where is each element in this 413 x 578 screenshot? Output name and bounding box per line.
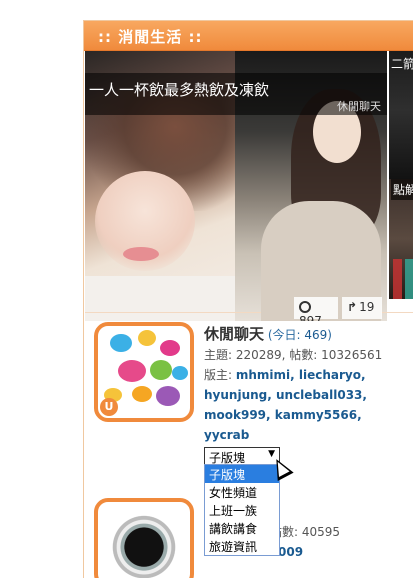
board-stats: 主題: 220289, 帖數: 10326561 bbox=[204, 348, 383, 362]
subforum-option[interactable]: 講飲講食 bbox=[205, 519, 279, 537]
panel-title: :: 消閒生活 :: bbox=[84, 21, 413, 51]
board-info-chat: 休閒聊天 (今日: 469) 主題: 220289, 帖數: 10326561 … bbox=[204, 324, 404, 445]
subforum-dropdown[interactable]: 子版塊 女性頻道 上班一族 講飲講食 旅遊資訊 bbox=[204, 464, 280, 556]
board-icon-watch[interactable] bbox=[94, 498, 194, 578]
reply-icon: ↱ bbox=[347, 300, 358, 314]
side-thumbnail-caption: 點解 bbox=[391, 179, 413, 200]
views-count: 897 bbox=[294, 297, 338, 321]
banner-source[interactable]: 休閒聊天 bbox=[337, 98, 381, 114]
chevron-down-icon: ▼ bbox=[268, 449, 275, 459]
subforum-option[interactable]: 旅遊資訊 bbox=[205, 537, 279, 555]
moderator-links[interactable]: 009 bbox=[278, 542, 303, 562]
side-thumbnail-1[interactable]: 二箭 bbox=[389, 51, 413, 199]
subforum-option[interactable]: 子版塊 bbox=[205, 465, 279, 483]
board-moderators: 版主: mhmimi, liecharyo, hyunjung, uncleba… bbox=[204, 368, 367, 442]
side-thumbnail-caption: 二箭 bbox=[391, 57, 413, 71]
board-name[interactable]: 休閒聊天 bbox=[204, 325, 264, 343]
eye-icon bbox=[299, 301, 311, 313]
side-thumbnail-2[interactable]: 點解 bbox=[389, 179, 413, 299]
subforum-option[interactable]: 上班一族 bbox=[205, 501, 279, 519]
board-icon-chat[interactable]: U bbox=[94, 322, 194, 422]
board-badge: U bbox=[100, 398, 118, 416]
replies-count: ↱ 19 bbox=[342, 297, 382, 319]
board-stats: 帖數: 40595 bbox=[270, 525, 341, 539]
subforum-option[interactable]: 女性頻道 bbox=[205, 483, 279, 501]
today-count: (今日: 469) bbox=[267, 328, 332, 342]
featured-banner[interactable]: 一人一杯飲最多熱飲及凍飲 休閒聊天 897 ↱ 19 bbox=[85, 51, 387, 321]
